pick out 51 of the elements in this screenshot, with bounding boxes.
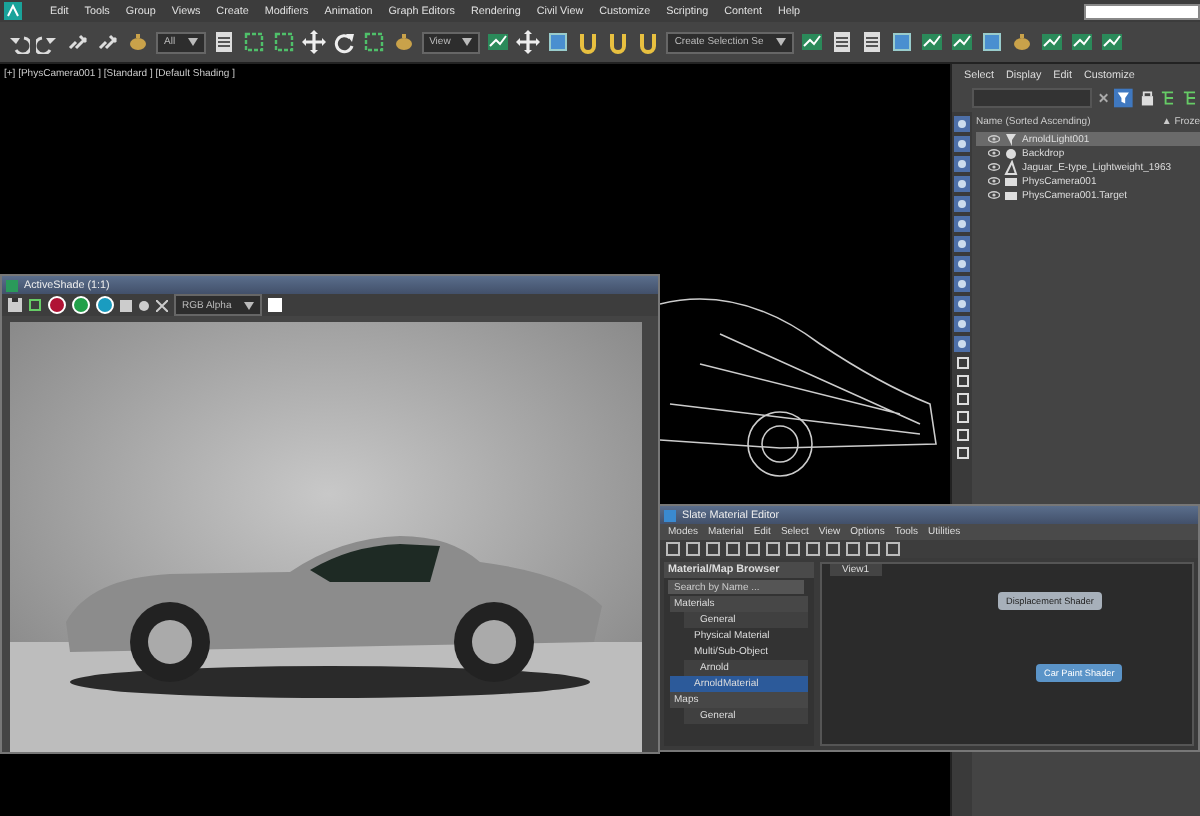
- lock-icon[interactable]: [1139, 90, 1155, 106]
- rotate-icon[interactable]: [331, 30, 356, 54]
- move-icon[interactable]: [301, 30, 326, 54]
- funnel-icon[interactable]: [1114, 88, 1134, 108]
- search-field[interactable]: [972, 88, 1092, 108]
- caret-icon: [462, 38, 473, 46]
- graph-icon[interactable]: [1069, 30, 1094, 54]
- square-icon[interactable]: [979, 30, 1004, 54]
- close-icon[interactable]: [1097, 92, 1109, 104]
- graph-icon[interactable]: [949, 30, 974, 54]
- graph-icon[interactable]: [919, 30, 944, 54]
- save-icon[interactable]: [8, 298, 22, 312]
- graph-icon[interactable]: [1099, 30, 1124, 54]
- graph-icon[interactable]: [486, 30, 511, 54]
- filter-toggle-icon[interactable]: [954, 316, 970, 332]
- list-icon[interactable]: [859, 30, 884, 54]
- filter-toggle-icon[interactable]: [954, 276, 970, 292]
- square-icon[interactable]: [889, 30, 914, 54]
- filter-toggle-icon[interactable]: [954, 216, 970, 232]
- filter-toggle-icon[interactable]: [954, 156, 970, 172]
- eye-icon[interactable]: [988, 162, 1000, 172]
- color-swatch[interactable]: [267, 298, 282, 312]
- filter-toggle-icon[interactable]: [954, 336, 970, 352]
- geometry-icon: [1004, 145, 1018, 161]
- filter-toggle-icon[interactable]: [954, 196, 970, 212]
- list-icon[interactable]: [211, 30, 236, 54]
- select-icon[interactable]: [361, 30, 386, 54]
- graph-icon[interactable]: [1039, 30, 1064, 54]
- square-icon[interactable]: [546, 30, 571, 54]
- eye-icon[interactable]: [988, 190, 1000, 200]
- eye-icon[interactable]: [988, 148, 1000, 158]
- select-icon[interactable]: [241, 30, 266, 54]
- filter-toggle-icon[interactable]: [954, 236, 970, 252]
- search-field[interactable]: [1084, 3, 1200, 19]
- filter-toggle-icon[interactable]: [954, 116, 970, 132]
- filter-toggle-icon[interactable]: [954, 176, 970, 192]
- list-icon[interactable]: [829, 30, 854, 54]
- caret-icon: [187, 38, 198, 46]
- move-icon[interactable]: [516, 30, 541, 54]
- dot-icon[interactable]: [138, 299, 150, 311]
- select-icon[interactable]: [271, 30, 296, 54]
- filter-toggle-icon[interactable]: [954, 136, 970, 152]
- caret-icon: [775, 38, 786, 46]
- close-icon[interactable]: [156, 299, 168, 311]
- filter-toggle-icon[interactable]: [954, 256, 970, 272]
- app-logo-icon[interactable]: [4, 2, 22, 20]
- caret-icon: [243, 301, 254, 309]
- filter-toggle-icon[interactable]: [954, 296, 970, 312]
- graph-icon[interactable]: [799, 30, 824, 54]
- eye-icon[interactable]: [988, 134, 1000, 144]
- eye-icon[interactable]: [988, 176, 1000, 186]
